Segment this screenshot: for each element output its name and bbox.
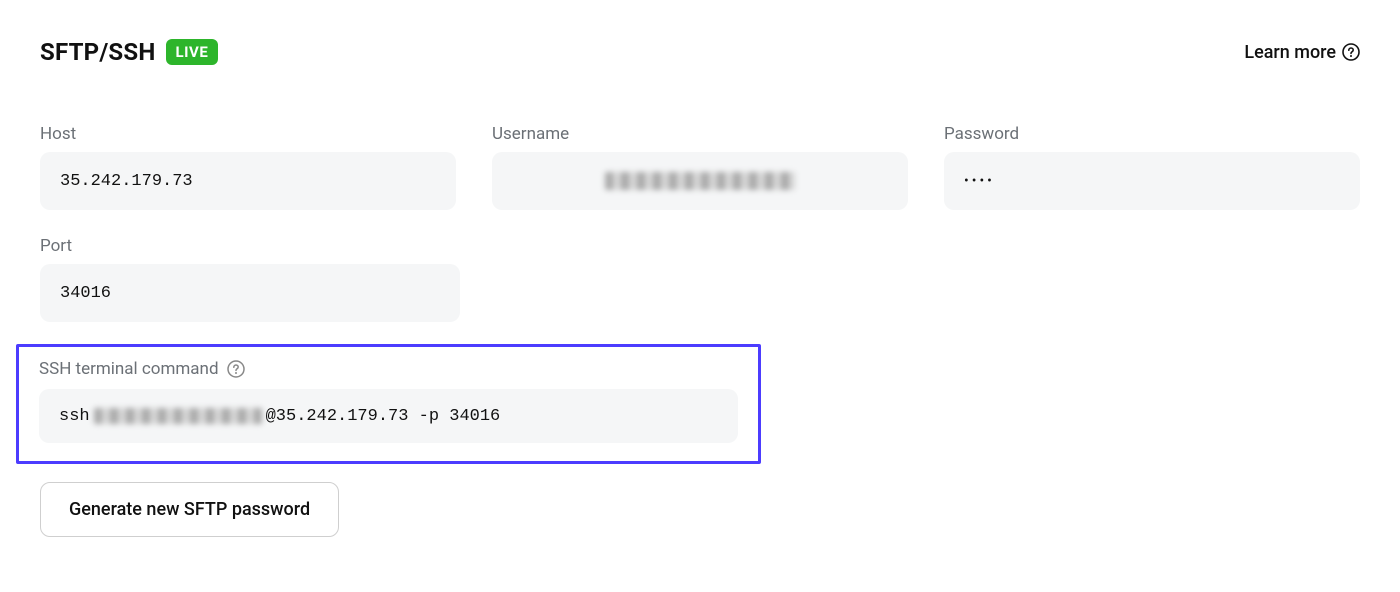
ssh-label-row: SSH terminal command xyxy=(39,359,738,379)
port-value[interactable]: 34016 xyxy=(40,264,460,322)
username-value[interactable] xyxy=(492,152,908,210)
help-icon xyxy=(1342,43,1360,61)
host-value[interactable]: 35.242.179.73 xyxy=(40,152,456,210)
redacted-ssh-user xyxy=(94,408,262,424)
username-label: Username xyxy=(492,124,908,144)
header-row: SFTP/SSH LIVE Learn more xyxy=(40,38,1360,66)
field-host: Host 35.242.179.73 xyxy=(40,124,456,210)
learn-more-link[interactable]: Learn more xyxy=(1244,42,1360,63)
title-group: SFTP/SSH LIVE xyxy=(40,38,218,66)
host-label: Host xyxy=(40,124,456,144)
password-label: Password xyxy=(944,124,1360,144)
learn-more-label: Learn more xyxy=(1244,42,1336,63)
field-port: Port 34016 xyxy=(40,236,460,322)
ssh-suffix: @35.242.179.73 -p 34016 xyxy=(266,407,501,426)
ssh-command-value[interactable]: ssh @35.242.179.73 -p 34016 xyxy=(39,389,738,443)
generate-password-button[interactable]: Generate new SFTP password xyxy=(40,482,339,537)
port-label: Port xyxy=(40,236,460,256)
page-title: SFTP/SSH xyxy=(40,38,156,66)
ssh-command-section: SSH terminal command ssh @35.242.179.73 … xyxy=(16,344,761,464)
port-row: Port 34016 xyxy=(40,236,1360,322)
field-username: Username xyxy=(492,124,908,210)
password-value[interactable]: •••• xyxy=(944,152,1360,210)
ssh-command-label: SSH terminal command xyxy=(39,359,219,379)
env-badge: LIVE xyxy=(166,39,219,65)
fields-grid: Host 35.242.179.73 Username Password •••… xyxy=(40,124,1360,210)
field-password: Password •••• xyxy=(944,124,1360,210)
redacted-username xyxy=(605,172,795,190)
ssh-prefix: ssh xyxy=(59,407,90,426)
help-icon[interactable] xyxy=(227,360,245,378)
